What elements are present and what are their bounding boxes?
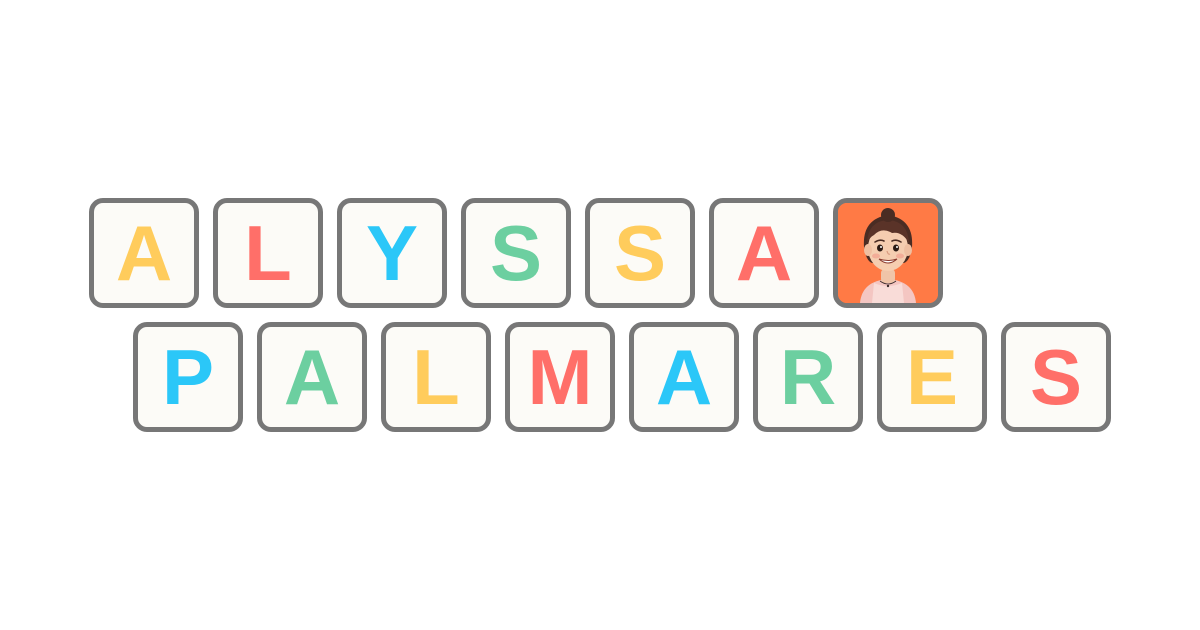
last-name-row: P A L M A R E S [133,322,1111,432]
letter-tile: S [1001,322,1111,432]
letter-tile: L [213,198,323,308]
letter-tile: A [257,322,367,432]
letter-tile: P [133,322,243,432]
letter-tile: A [629,322,739,432]
letter-tile: E [877,322,987,432]
avatar-girl-icon [838,203,938,303]
avatar [833,198,943,308]
letter-tile: R [753,322,863,432]
letter-tile: M [505,322,615,432]
letter-tile: S [585,198,695,308]
letter-tile: L [381,322,491,432]
letter-tile: A [709,198,819,308]
letter-tile: Y [337,198,447,308]
letter-tile: A [89,198,199,308]
name-banner: A L Y S S A P A L M A R E S [0,0,1200,630]
first-name-row: A L Y S S A [89,198,943,308]
letter-tile: S [461,198,571,308]
